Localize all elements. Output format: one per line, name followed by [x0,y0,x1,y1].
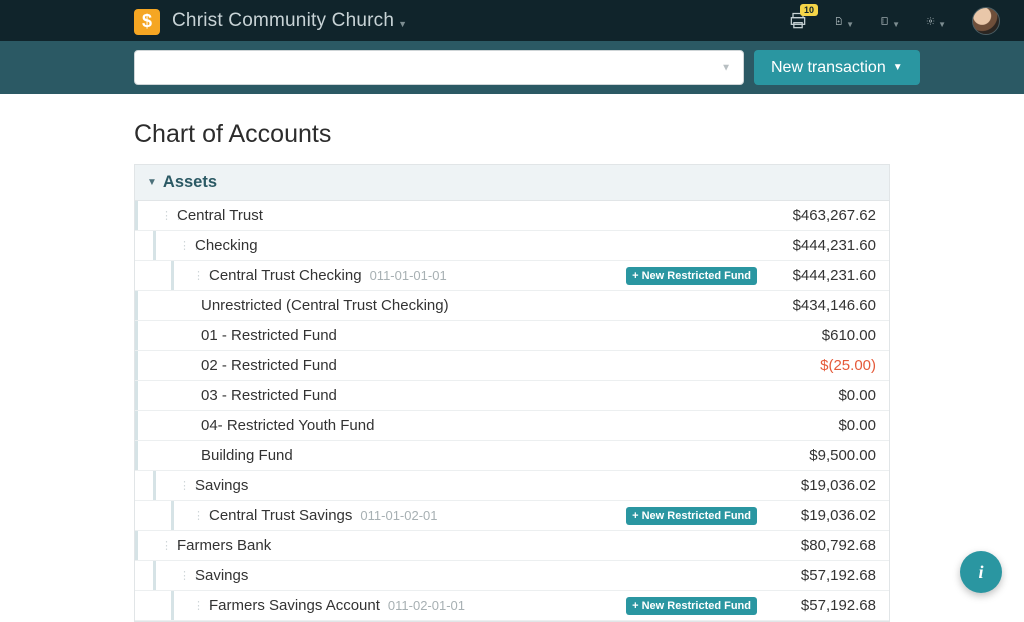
brand-name: Christ Community Church [172,10,394,32]
account-amount: $19,036.02 [779,477,889,494]
chevron-down-icon: ▼ [892,20,900,29]
account-row[interactable]: ⋮⋮ Central Trust Checking 011-01-01-01 + New… [135,261,889,291]
plus-icon: + [632,510,638,522]
account-name: 01 - Restricted Fund [201,327,337,344]
account-row[interactable]: ⋮⋮ Central Trust Savings 011-01-02-01 + New … [135,501,889,531]
new-restricted-fund-button[interactable]: + New Restricted Fund [626,597,757,615]
account-name: Building Fund [201,447,293,464]
account-name: Farmers Bank [177,537,271,554]
drag-handle-icon[interactable]: ⋮⋮ [193,599,203,612]
account-row[interactable]: 02 - Restricted Fund $(25.00) [135,351,889,381]
new-doc-icon[interactable]: ▼ [834,11,854,31]
drag-handle-icon[interactable]: ⋮⋮ [161,209,171,222]
account-amount: $19,036.02 [779,507,889,524]
chevron-down-icon: ▼ [938,20,946,29]
new-restricted-fund-label: New Restricted Fund [642,270,751,282]
account-row[interactable]: ⋮⋮ Central Trust $463,267.62 [135,201,889,231]
new-transaction-button[interactable]: New transaction ▼ [754,50,920,85]
brand-logo-icon: $ [134,9,160,35]
new-restricted-fund-label: New Restricted Fund [642,510,751,522]
info-icon: i [978,562,983,583]
new-restricted-fund-button[interactable]: + New Restricted Fund [626,507,757,525]
group-label: Assets [163,173,217,192]
plus-icon: + [632,600,638,612]
drag-handle-icon[interactable]: ⋮⋮ [193,269,203,282]
account-name: 02 - Restricted Fund [201,357,337,374]
account-row[interactable]: Building Fund $9,500.00 [135,441,889,471]
account-name: Central Trust Savings [209,507,352,524]
account-name: 03 - Restricted Fund [201,387,337,404]
sub-toolbar: ▼ New transaction ▼ [0,41,1024,94]
account-row[interactable]: 04- Restricted Youth Fund $0.00 [135,411,889,441]
account-amount: $434,146.60 [779,297,889,314]
account-code: 011-01-02-01 [360,508,437,523]
chevron-down-icon: ▼ [147,177,157,188]
chevron-down-icon: ▼ [721,62,731,73]
account-amount: $444,231.60 [779,267,889,284]
account-amount: $444,231.60 [779,237,889,254]
account-row[interactable]: ⋮⋮ Farmers Bank $80,792.68 [135,531,889,561]
help-fab[interactable]: i [960,551,1002,593]
topbar-actions: 10 ▼ ▼ ▼ [788,7,1000,35]
account-amount: $463,267.62 [779,207,889,224]
account-amount: $0.00 [779,417,889,434]
account-row[interactable]: ⋮⋮ Savings $57,192.68 [135,561,889,591]
drag-handle-icon[interactable]: ⋮⋮ [179,479,189,492]
account-row[interactable]: ⋮⋮ Savings $19,036.02 [135,471,889,501]
account-amount: $9,500.00 [779,447,889,464]
group-header-assets[interactable]: ▼ Assets [135,165,889,201]
plus-icon: + [632,270,638,282]
drag-handle-icon[interactable]: ⋮⋮ [193,509,203,522]
account-name: Central Trust [177,207,263,224]
bookmark-icon[interactable]: ▼ [880,11,900,31]
print-icon[interactable]: 10 [788,11,808,31]
avatar[interactable] [972,7,1000,35]
account-name: Savings [195,477,248,494]
chevron-down-icon: ▼ [398,19,407,29]
drag-handle-icon[interactable]: ⋮⋮ [161,539,171,552]
account-code: 011-02-01-01 [388,598,465,613]
account-row[interactable]: 01 - Restricted Fund $610.00 [135,321,889,351]
account-select[interactable]: ▼ [134,50,744,85]
account-amount: $57,192.68 [779,567,889,584]
account-name: Savings [195,567,248,584]
account-amount: $80,792.68 [779,537,889,554]
chevron-down-icon: ▼ [846,20,854,29]
account-row[interactable]: ⋮⋮ Farmers Savings Account 011-02-01-01 + Ne… [135,591,889,621]
new-transaction-label: New transaction [771,59,886,77]
account-name: Unrestricted (Central Trust Checking) [201,297,449,314]
accounts-panel: ▼ Assets ⋮⋮ Central Trust $463,267.62 ⋮⋮ Che… [134,164,890,622]
account-amount: $(25.00) [779,357,889,374]
account-name: Checking [195,237,258,254]
brand-area[interactable]: $ Christ Community Church ▼ [134,7,407,35]
account-amount: $57,192.68 [779,597,889,614]
drag-handle-icon[interactable]: ⋮⋮ [179,239,189,252]
account-row[interactable]: Unrestricted (Central Trust Checking) $43… [135,291,889,321]
new-restricted-fund-button[interactable]: + New Restricted Fund [626,267,757,285]
drag-handle-icon[interactable]: ⋮⋮ [179,569,189,582]
account-name: Farmers Savings Account [209,597,380,614]
chevron-down-icon: ▼ [893,62,903,73]
account-row[interactable]: 03 - Restricted Fund $0.00 [135,381,889,411]
top-navbar: $ Christ Community Church ▼ 10 ▼ ▼ ▼ [0,0,1024,41]
account-amount: $610.00 [779,327,889,344]
gear-icon[interactable]: ▼ [926,11,946,31]
account-code: 011-01-01-01 [370,268,447,283]
account-name: Central Trust Checking [209,267,362,284]
account-amount: $0.00 [779,387,889,404]
new-restricted-fund-label: New Restricted Fund [642,600,751,612]
account-row[interactable]: ⋮⋮ Checking $444,231.60 [135,231,889,261]
notification-badge: 10 [800,4,818,16]
page-title: Chart of Accounts [134,120,890,149]
account-name: 04- Restricted Youth Fund [201,417,374,434]
